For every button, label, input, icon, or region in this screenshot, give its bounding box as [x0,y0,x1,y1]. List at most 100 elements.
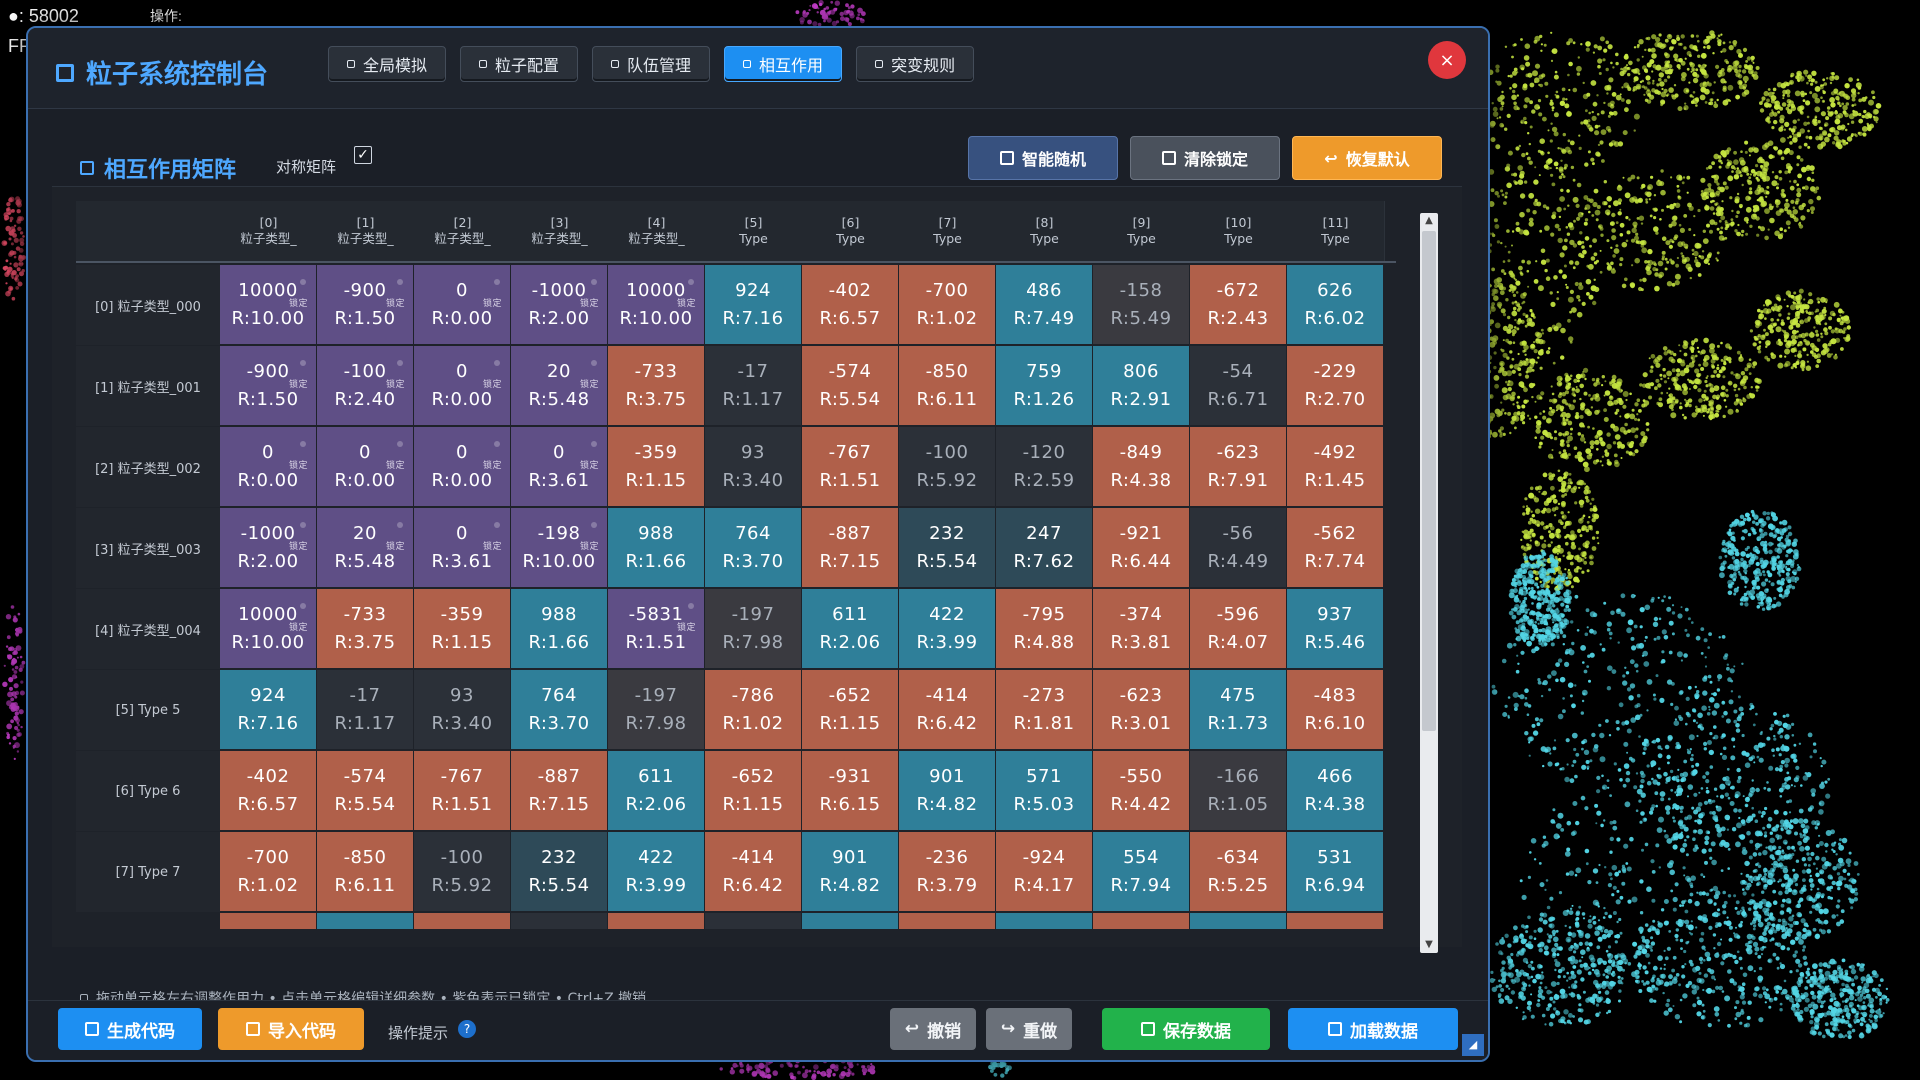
matrix-cell[interactable]: -733 R:3.75 [317,589,413,668]
matrix-cell[interactable]: -229 R:2.70 [1287,346,1383,425]
matrix-cell[interactable]: 232 R:5.54 [511,832,607,911]
matrix-cell[interactable]: 611 R:2.06 [608,751,704,830]
matrix-cell[interactable]: -1000 R:2.00 锁定 [511,265,607,344]
matrix-cell-partial[interactable] [608,913,704,929]
matrix-cell[interactable]: -273 R:1.81 [996,670,1092,749]
matrix-cell-partial[interactable] [899,913,995,929]
resize-grip-icon[interactable]: ◢ [1462,1034,1484,1056]
matrix-cell-partial[interactable] [996,913,1092,929]
matrix-cell[interactable]: -887 R:7.15 [511,751,607,830]
close-button[interactable]: × [1428,41,1466,79]
matrix-cell[interactable]: -236 R:3.79 [899,832,995,911]
matrix-cell[interactable]: -924 R:4.17 [996,832,1092,911]
matrix-cell-partial[interactable] [511,913,607,929]
clear-locks-button[interactable]: 清除锁定 [1130,136,1280,180]
matrix-cell[interactable]: 10000 R:10.00 锁定 [220,265,316,344]
matrix-cell[interactable]: 422 R:3.99 [899,589,995,668]
matrix-cell[interactable]: 571 R:5.03 [996,751,1092,830]
matrix-cell[interactable]: -733 R:3.75 [608,346,704,425]
matrix-cell[interactable]: -158 R:5.49 [1093,265,1189,344]
matrix-cell[interactable]: -900 R:1.50 锁定 [220,346,316,425]
import-code-button[interactable]: 导入代码 [218,1008,364,1050]
matrix-cell[interactable]: -17 R:1.17 [317,670,413,749]
matrix-cell[interactable]: -550 R:4.42 [1093,751,1189,830]
tab-team-management[interactable]: 队伍管理 [592,46,711,82]
save-data-button[interactable]: 保存数据 [1102,1008,1270,1050]
tab-mutation-rules[interactable]: 突变规则 [856,46,975,82]
matrix-cell[interactable]: -100 R:5.92 [899,427,995,506]
matrix-cell[interactable]: -786 R:1.02 [705,670,801,749]
matrix-cell[interactable]: -17 R:1.17 [705,346,801,425]
matrix-cell[interactable]: -700 R:1.02 [220,832,316,911]
matrix-cell[interactable]: -672 R:2.43 [1190,265,1286,344]
matrix-cell[interactable]: -359 R:1.15 [608,427,704,506]
matrix-cell[interactable]: -56 R:4.49 [1190,508,1286,587]
matrix-cell[interactable]: -483 R:6.10 [1287,670,1383,749]
matrix-cell-partial[interactable] [220,913,316,929]
smart-random-button[interactable]: 智能随机 [968,136,1118,180]
tab-particle-config[interactable]: 粒子配置 [460,46,579,82]
matrix-cell[interactable]: 806 R:2.91 [1093,346,1189,425]
matrix-cell[interactable]: -54 R:6.71 [1190,346,1286,425]
matrix-cell[interactable]: 611 R:2.06 [802,589,898,668]
matrix-cell[interactable]: 232 R:5.54 [899,508,995,587]
matrix-cell[interactable]: -634 R:5.25 [1190,832,1286,911]
matrix-cell[interactable]: 924 R:7.16 [705,265,801,344]
matrix-cell[interactable]: -887 R:7.15 [802,508,898,587]
matrix-cell[interactable]: -197 R:7.98 [608,670,704,749]
scroll-down-arrow-icon[interactable]: ▼ [1420,937,1438,953]
redo-button[interactable]: ↪ 重做 [986,1008,1072,1050]
matrix-cell[interactable]: 759 R:1.26 [996,346,1092,425]
matrix-cell[interactable]: 0 R:3.61 锁定 [511,427,607,506]
matrix-cell[interactable]: -795 R:4.88 [996,589,1092,668]
matrix-cell[interactable]: -5831 R:1.51 锁定 [608,589,704,668]
matrix-cell[interactable]: -931 R:6.15 [802,751,898,830]
matrix-cell[interactable]: -700 R:1.02 [899,265,995,344]
matrix-cell-partial[interactable] [1093,913,1189,929]
matrix-cell[interactable]: 937 R:5.46 [1287,589,1383,668]
matrix-cell[interactable]: -120 R:2.59 [996,427,1092,506]
matrix-cell[interactable]: 531 R:6.94 [1287,832,1383,911]
matrix-cell-partial[interactable] [317,913,413,929]
matrix-cell[interactable]: -100 R:5.92 [414,832,510,911]
matrix-cell[interactable]: 626 R:6.02 [1287,265,1383,344]
matrix-cell[interactable]: 0 R:0.00 锁定 [317,427,413,506]
tab-global-sim[interactable]: 全局模拟 [328,46,447,82]
matrix-cell[interactable]: 93 R:3.40 [705,427,801,506]
matrix-cell[interactable]: -100 R:2.40 锁定 [317,346,413,425]
help-icon[interactable]: ? [458,1020,476,1038]
scroll-up-arrow-icon[interactable]: ▲ [1420,213,1438,229]
load-data-button[interactable]: 加载数据 [1288,1008,1458,1050]
matrix-cell[interactable]: 988 R:1.66 [511,589,607,668]
matrix-cell-partial[interactable] [705,913,801,929]
matrix-cell[interactable]: 10000 R:10.00 锁定 [220,589,316,668]
matrix-cell[interactable]: 475 R:1.73 [1190,670,1286,749]
undo-button[interactable]: ↩ 撤销 [890,1008,976,1050]
matrix-cell[interactable]: 0 R:3.61 锁定 [414,508,510,587]
matrix-cell[interactable]: 10000 R:10.00 锁定 [608,265,704,344]
matrix-cell[interactable]: 554 R:7.94 [1093,832,1189,911]
matrix-cell[interactable]: -414 R:6.42 [705,832,801,911]
matrix-cell[interactable]: -562 R:7.74 [1287,508,1383,587]
matrix-cell[interactable]: 0 R:0.00 锁定 [414,427,510,506]
matrix-scrollbar[interactable]: ▲ ▼ [1420,213,1438,953]
matrix-cell[interactable]: -374 R:3.81 [1093,589,1189,668]
matrix-cell[interactable]: -198 R:10.00 锁定 [511,508,607,587]
matrix-cell[interactable]: -767 R:1.51 [802,427,898,506]
matrix-cell[interactable]: -850 R:6.11 [899,346,995,425]
matrix-cell[interactable]: -921 R:6.44 [1093,508,1189,587]
matrix-cell[interactable]: 20 R:5.48 锁定 [511,346,607,425]
scroll-thumb[interactable] [1422,231,1436,731]
matrix-cell-partial[interactable] [1190,913,1286,929]
matrix-cell[interactable]: -652 R:1.15 [802,670,898,749]
matrix-cell[interactable]: -900 R:1.50 锁定 [317,265,413,344]
matrix-cell[interactable]: -197 R:7.98 [705,589,801,668]
matrix-cell[interactable]: 901 R:4.82 [899,751,995,830]
matrix-cell[interactable]: 422 R:3.99 [608,832,704,911]
matrix-cell[interactable]: -623 R:7.91 [1190,427,1286,506]
matrix-cell[interactable]: 0 R:0.00 锁定 [414,346,510,425]
matrix-cell-partial[interactable] [414,913,510,929]
matrix-cell[interactable]: -402 R:6.57 [802,265,898,344]
matrix-cell[interactable]: -652 R:1.15 [705,751,801,830]
matrix-cell[interactable]: 988 R:1.66 [608,508,704,587]
